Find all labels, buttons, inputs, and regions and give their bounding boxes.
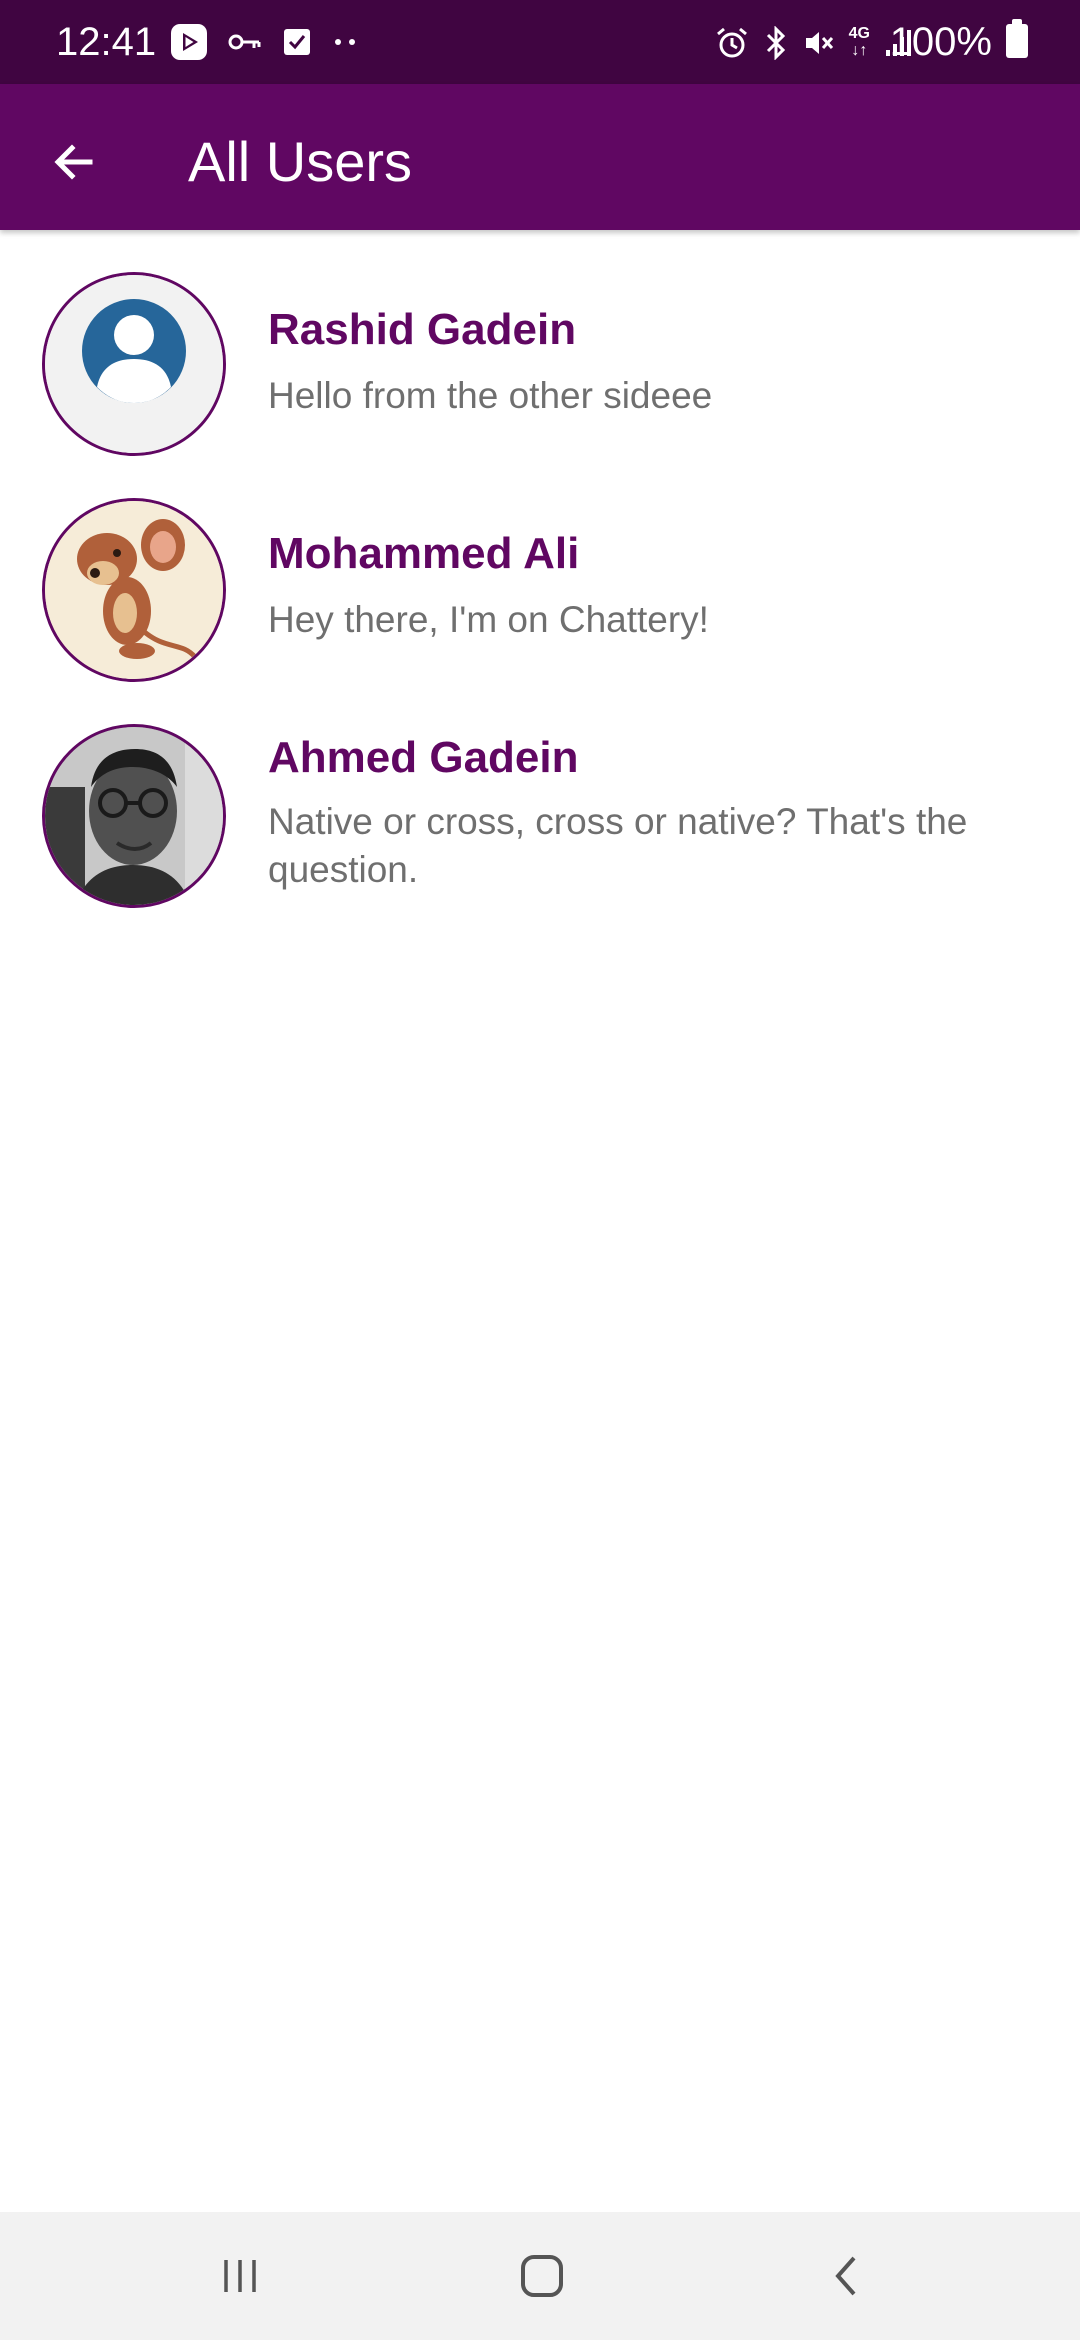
arrow-back-icon xyxy=(54,144,93,180)
battery-icon xyxy=(1006,19,1028,58)
bluetooth-icon xyxy=(766,26,785,60)
user-status: Hey there, I'm on Chattery! xyxy=(268,599,709,640)
navigation-bar xyxy=(0,2212,1080,2340)
home-button[interactable] xyxy=(482,2236,602,2316)
user-name: Mohammed Ali xyxy=(268,529,580,578)
status-time: 12:41 xyxy=(56,20,157,64)
system-back-button[interactable] xyxy=(786,2236,906,2316)
home-icon xyxy=(521,2255,563,2297)
4g-icon: 4G ↓↑ xyxy=(848,25,870,60)
mute-icon xyxy=(805,32,833,54)
status-bar: 12:41 4G ↓↑ 100% xyxy=(0,0,1080,84)
avatar xyxy=(42,498,226,682)
user-status: Hello from the other sideee xyxy=(268,375,713,416)
default-avatar-icon xyxy=(45,275,223,453)
battery-percentage: 100% xyxy=(889,20,992,64)
vpn-key-icon xyxy=(228,34,261,50)
cartoon-mouse-avatar-icon xyxy=(45,501,223,679)
page-title: All Users xyxy=(188,130,413,193)
list-item[interactable]: Mohammed Ali Hey there, I'm on Chattery! xyxy=(0,496,1080,686)
recent-apps-button[interactable] xyxy=(180,2236,300,2316)
recent-apps-icon xyxy=(224,2260,256,2292)
back-button[interactable] xyxy=(34,122,114,202)
user-status: Native or cross, cross or native? That's… xyxy=(268,801,968,890)
4g-label: 4G xyxy=(848,25,870,42)
avatar xyxy=(42,724,226,908)
app-bar: All Users xyxy=(0,84,1080,230)
play-store-icon xyxy=(171,24,207,60)
user-name: Rashid Gadein xyxy=(268,305,577,354)
back-icon xyxy=(835,2256,856,2296)
checkbox-icon xyxy=(284,29,310,55)
list-item[interactable]: Ahmed Gadein Native or cross, cross or n… xyxy=(0,722,1080,922)
more-notifications-icon xyxy=(335,39,355,45)
avatar xyxy=(42,272,226,456)
alarm-icon xyxy=(716,27,747,58)
list-item[interactable]: Rashid Gadein Hello from the other sidee… xyxy=(0,270,1080,460)
user-name: Ahmed Gadein xyxy=(268,733,579,782)
photo-avatar-icon xyxy=(45,727,223,905)
